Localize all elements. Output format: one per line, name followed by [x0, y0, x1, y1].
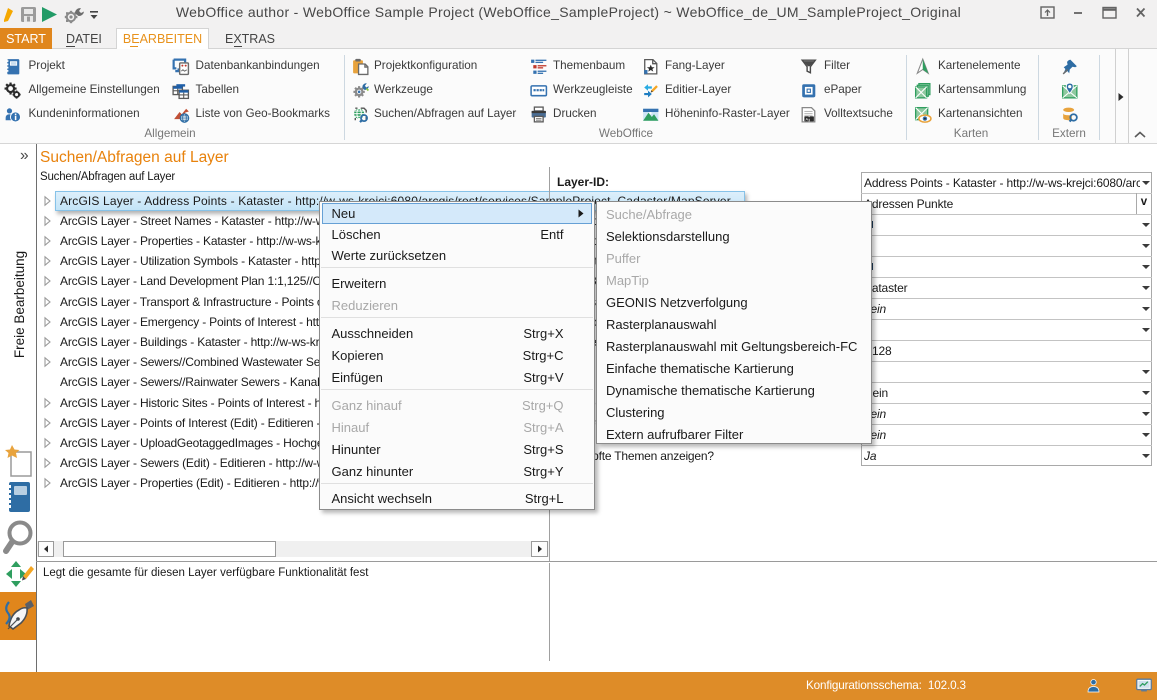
svg-text:A: A: [805, 117, 808, 121]
